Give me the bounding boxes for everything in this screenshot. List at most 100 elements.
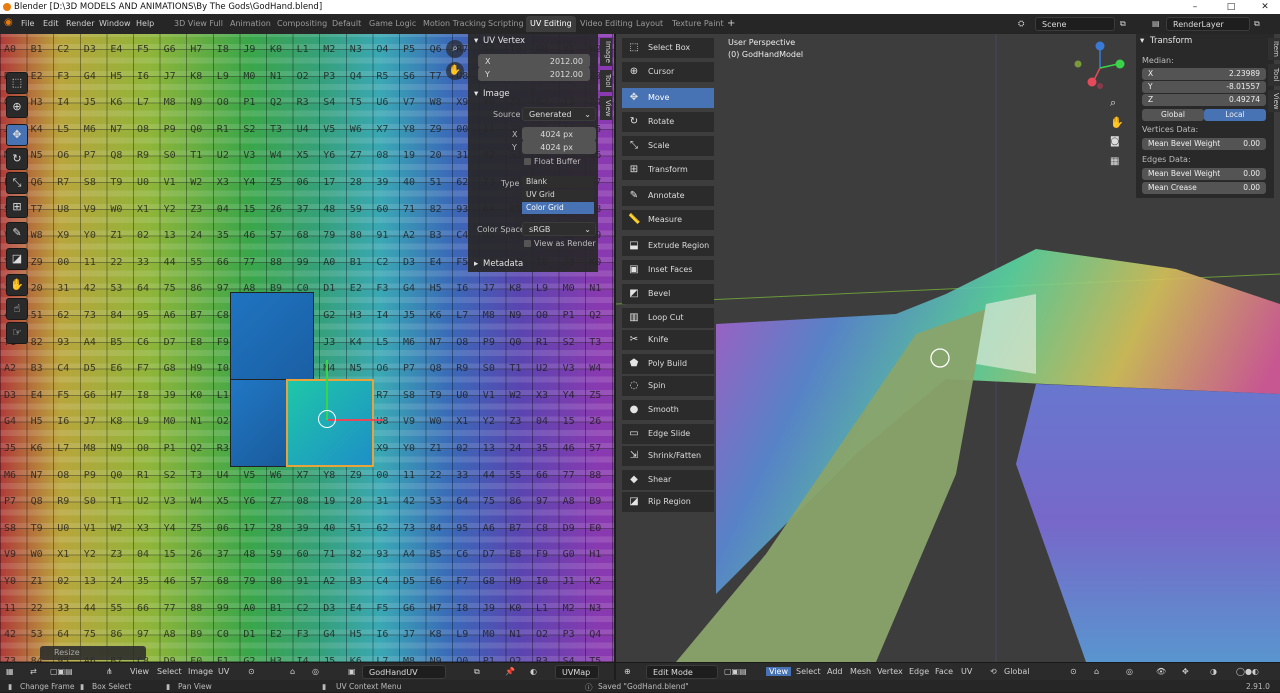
menu-help[interactable]: Help — [136, 19, 154, 28]
uv-menu-select[interactable]: Select — [157, 667, 182, 676]
image-panel-title[interactable]: Image — [483, 89, 510, 99]
render-layer-field[interactable]: RenderLayer — [1166, 17, 1250, 31]
tab-texture-paint[interactable]: Texture Paint — [668, 16, 728, 32]
median-y-field[interactable]: Y -8.01557 — [1142, 81, 1266, 93]
zoom-view-icon[interactable]: ⌕ — [446, 40, 464, 58]
tool-poly-build[interactable]: ⬟ Poly Build — [622, 354, 714, 374]
image-height-field[interactable]: 4024 px — [522, 140, 596, 154]
tool-rotate[interactable]: ↻ Rotate — [622, 112, 714, 132]
visibility-icon[interactable]: 👁 — [1156, 667, 1166, 676]
uv-vertex-title[interactable]: UV Vertex — [483, 36, 525, 46]
tool-knife[interactable]: ✂ Knife — [622, 330, 714, 350]
uv-vertex-x-field[interactable]: X 2012.00 — [478, 54, 590, 68]
tool-loop-cut[interactable]: ▥ Loop Cut — [622, 308, 714, 328]
tool-rip-region[interactable]: ◪ Rip Region — [622, 492, 714, 512]
uv-menu-uv[interactable]: UV — [218, 667, 229, 676]
select-box-tool-icon[interactable]: ⬚ — [6, 72, 28, 94]
minimize-button[interactable]: – — [1178, 0, 1212, 14]
tab-3d-view-full[interactable]: 3D View Full — [170, 16, 227, 32]
tab-video-editing[interactable]: Video Editing — [576, 16, 637, 32]
uv-island-top[interactable] — [230, 292, 314, 380]
tab-layout[interactable]: Layout — [632, 16, 667, 32]
tool-extrude-region[interactable]: ⬓ Extrude Region — [622, 236, 714, 256]
grab-tool-icon[interactable]: ✋ — [6, 274, 28, 296]
median-z-field[interactable]: Z 0.49274 — [1142, 94, 1266, 106]
menu-edit[interactable]: Edit — [43, 19, 59, 28]
tool-scale[interactable]: ⤡ Scale — [622, 136, 714, 156]
vp-tab-view[interactable]: View — [1268, 90, 1280, 112]
median-x-field[interactable]: X 2.23989 — [1142, 68, 1266, 80]
image-name-field[interactable]: GodHandUV — [362, 665, 446, 679]
annotate-tool-icon[interactable]: ✎ — [6, 222, 28, 244]
tool-shear[interactable]: ◆ Shear — [622, 470, 714, 490]
rotate-tool-icon[interactable]: ↻ — [6, 148, 28, 170]
new-scene-icon[interactable]: ⧉ — [1120, 19, 1126, 29]
tool-cursor[interactable]: ⊕ Cursor — [622, 62, 714, 82]
menu-file[interactable]: File — [21, 19, 34, 28]
gizmo-toggle-icon[interactable]: ✥ — [1182, 667, 1189, 676]
select-mode-icons[interactable]: ▢▣▤ — [724, 667, 747, 676]
tab-animation[interactable]: Animation — [226, 16, 275, 32]
tool-transform[interactable]: ⊞ Transform — [622, 160, 714, 180]
last-operator-panel[interactable]: Resize — [40, 646, 146, 660]
snap-icon[interactable]: ⌂ — [1094, 667, 1099, 676]
sticky-select-icon[interactable]: ⋔ — [106, 667, 113, 676]
global-toggle[interactable]: Global — [1142, 109, 1204, 121]
vp-tab-tool[interactable]: Tool — [1268, 64, 1280, 86]
tool-annotate[interactable]: ✎ Annotate — [622, 186, 714, 206]
menu-render[interactable]: Render — [66, 19, 94, 28]
uv-menu-view[interactable]: View — [130, 667, 149, 676]
add-workspace-button[interactable]: + — [723, 16, 739, 32]
vp-menu-mesh[interactable]: Mesh — [850, 667, 871, 676]
relax-tool-icon[interactable]: ☝ — [6, 298, 28, 320]
transform-tool-icon[interactable]: ⊞ — [6, 196, 28, 218]
collapse-arrow-icon[interactable]: ▸ — [474, 259, 478, 269]
x-axis-icon[interactable] — [1087, 77, 1097, 87]
blender-menu-icon[interactable]: ◉ — [4, 17, 13, 28]
camera-view-icon[interactable]: ◙ — [1110, 136, 1120, 147]
new-image-icon[interactable]: ⧉ — [474, 667, 480, 677]
uv-menu-image[interactable]: Image — [188, 667, 213, 676]
vp-menu-uv[interactable]: UV — [961, 667, 972, 676]
vp-tab-item[interactable]: Item — [1268, 38, 1280, 60]
color-space-dropdown[interactable]: sRGB ⌄ — [522, 222, 596, 236]
menu-window[interactable]: Window — [99, 19, 131, 28]
tab-default[interactable]: Default — [328, 16, 365, 32]
3d-viewport[interactable]: User Perspective (0) GodHandModel ⌕ ✋ ◙ … — [616, 34, 1280, 662]
editor-type-icon[interactable]: ⊕ — [624, 667, 631, 676]
maximize-button[interactable]: □ — [1214, 0, 1248, 14]
orientation-dropdown[interactable]: Global — [1004, 667, 1030, 676]
ortho-toggle-icon[interactable]: ▦ — [1110, 156, 1119, 167]
pan-view-icon[interactable]: ✋ — [1110, 116, 1124, 129]
editor-type-icon[interactable]: ▦ — [6, 667, 14, 676]
move-gizmo-x-axis[interactable] — [328, 419, 384, 421]
type-uv-grid-option[interactable]: UV Grid — [522, 189, 594, 201]
vp-menu-vertex[interactable]: Vertex — [877, 667, 903, 676]
mean-crease-field[interactable]: Mean Crease 0.00 — [1142, 182, 1266, 194]
collapse-arrow-icon[interactable]: ▾ — [1140, 36, 1144, 46]
shading-mode-icons[interactable]: ◯●◐ — [1236, 667, 1259, 676]
display-channels-icon[interactable]: ◐ — [530, 667, 537, 676]
local-toggle[interactable]: Local — [1204, 109, 1266, 121]
edge-bevel-weight-field[interactable]: Mean Bevel Weight 0.00 — [1142, 168, 1266, 180]
proportional-edit-icon[interactable]: ◎ — [1126, 667, 1133, 676]
uv-tab-image[interactable]: Image — [600, 38, 612, 66]
select-mode-icons[interactable]: ▢▣▤ — [50, 667, 73, 676]
collapse-arrow-icon[interactable]: ▾ — [474, 36, 478, 46]
tool-inset-faces[interactable]: ▣ Inset Faces — [622, 260, 714, 280]
tool-smooth[interactable]: ● Smooth — [622, 400, 714, 420]
proportional-edit-icon[interactable]: ◎ — [312, 667, 319, 676]
uv-vertex-y-field[interactable]: Y 2012.00 — [478, 67, 590, 81]
snap-icon[interactable]: ⌂ — [290, 667, 295, 676]
view-as-render-checkbox[interactable] — [524, 240, 531, 247]
pan-view-icon[interactable]: ✋ — [446, 62, 464, 80]
uv-sync-icon[interactable]: ⇄ — [30, 667, 37, 676]
pivot-icon[interactable]: ⊙ — [248, 667, 255, 676]
pin-icon[interactable]: 📌 — [505, 667, 515, 676]
tool-shrink-fatten[interactable]: ⇲ Shrink/Fatten — [622, 446, 714, 466]
tab-scripting[interactable]: Scripting — [484, 16, 528, 32]
pinch-tool-icon[interactable]: ☞ — [6, 322, 28, 344]
zoom-view-icon[interactable]: ⌕ — [1110, 96, 1116, 110]
type-color-grid-option[interactable]: Color Grid — [522, 202, 594, 214]
image-browse-icon[interactable]: ▣ — [348, 667, 356, 676]
